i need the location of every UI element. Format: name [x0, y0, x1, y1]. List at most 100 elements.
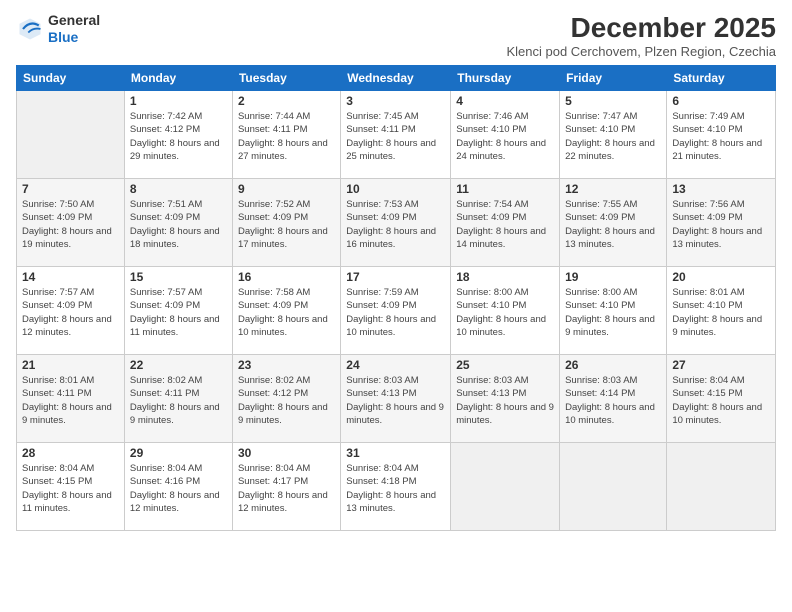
day-info: Sunrise: 7:46 AMSunset: 4:10 PMDaylight:…	[456, 110, 554, 163]
day-number: 11	[456, 182, 554, 196]
day-cell: 15 Sunrise: 7:57 AMSunset: 4:09 PMDayligh…	[124, 267, 232, 355]
day-info: Sunrise: 7:57 AMSunset: 4:09 PMDaylight:…	[130, 286, 227, 339]
day-info: Sunrise: 8:04 AMSunset: 4:17 PMDaylight:…	[238, 462, 335, 515]
day-cell: 8 Sunrise: 7:51 AMSunset: 4:09 PMDaylight…	[124, 179, 232, 267]
header-tuesday: Tuesday	[232, 66, 340, 91]
day-info: Sunrise: 7:50 AMSunset: 4:09 PMDaylight:…	[22, 198, 119, 251]
day-cell: 22Sunrise: 8:02 AMSunset: 4:11 PMDayligh…	[124, 355, 232, 443]
day-cell: 30 Sunrise: 8:04 AMSunset: 4:17 PMDayligh…	[232, 443, 340, 531]
logo-general: General	[48, 12, 100, 29]
calendar: Sunday Monday Tuesday Wednesday Thursday…	[16, 65, 776, 531]
day-number: 13	[672, 182, 770, 196]
day-number: 12	[565, 182, 661, 196]
day-number: 28	[22, 446, 119, 460]
day-cell: 2Sunrise: 7:44 AMSunset: 4:11 PMDaylight…	[232, 91, 340, 179]
day-cell	[17, 91, 125, 179]
day-number: 14	[22, 270, 119, 284]
day-cell: 23Sunrise: 8:02 AMSunset: 4:12 PMDayligh…	[232, 355, 340, 443]
day-info: Sunrise: 8:00 AMSunset: 4:10 PMDaylight:…	[456, 286, 554, 339]
day-cell: 10 Sunrise: 7:53 AMSunset: 4:09 PMDayligh…	[341, 179, 451, 267]
title-block: December 2025 Klenci pod Cerchovem, Plze…	[506, 12, 776, 59]
day-number: 31	[346, 446, 445, 460]
header-saturday: Saturday	[667, 66, 776, 91]
day-info: Sunrise: 7:53 AMSunset: 4:09 PMDaylight:…	[346, 198, 445, 251]
day-cell: 20 Sunrise: 8:01 AMSunset: 4:10 PMDayligh…	[667, 267, 776, 355]
day-number: 1	[130, 94, 227, 108]
day-number: 30	[238, 446, 335, 460]
day-cell: 1 Sunrise: 7:42 AMSunset: 4:12 PMDaylight…	[124, 91, 232, 179]
day-number: 19	[565, 270, 661, 284]
day-cell: 14 Sunrise: 7:57 AMSunset: 4:09 PMDayligh…	[17, 267, 125, 355]
day-info: Sunrise: 8:03 AMSunset: 4:13 PMDaylight:…	[456, 374, 554, 427]
day-info: Sunrise: 8:02 AMSunset: 4:12 PMDaylight:…	[238, 374, 335, 427]
month-title: December 2025	[506, 12, 776, 44]
day-cell: 5 Sunrise: 7:47 AMSunset: 4:10 PMDaylight…	[560, 91, 667, 179]
day-cell: 4Sunrise: 7:46 AMSunset: 4:10 PMDaylight…	[451, 91, 560, 179]
day-info: Sunrise: 8:02 AMSunset: 4:11 PMDaylight:…	[130, 374, 227, 427]
week-row-2: 7 Sunrise: 7:50 AMSunset: 4:09 PMDaylight…	[17, 179, 776, 267]
day-number: 7	[22, 182, 119, 196]
day-info: Sunrise: 8:03 AMSunset: 4:14 PMDaylight:…	[565, 374, 661, 427]
week-row-4: 21 Sunrise: 8:01 AMSunset: 4:11 PMDayligh…	[17, 355, 776, 443]
header-sunday: Sunday	[17, 66, 125, 91]
logo-text: General Blue	[48, 12, 100, 46]
day-cell: 27 Sunrise: 8:04 AMSunset: 4:15 PMDayligh…	[667, 355, 776, 443]
day-cell: 17 Sunrise: 7:59 AMSunset: 4:09 PMDayligh…	[341, 267, 451, 355]
day-number: 8	[130, 182, 227, 196]
day-number: 5	[565, 94, 661, 108]
day-info: Sunrise: 7:47 AMSunset: 4:10 PMDaylight:…	[565, 110, 661, 163]
day-number: 17	[346, 270, 445, 284]
day-info: Sunrise: 7:57 AMSunset: 4:09 PMDaylight:…	[22, 286, 119, 339]
header-friday: Friday	[560, 66, 667, 91]
day-cell: 19 Sunrise: 8:00 AMSunset: 4:10 PMDayligh…	[560, 267, 667, 355]
day-info: Sunrise: 8:00 AMSunset: 4:10 PMDaylight:…	[565, 286, 661, 339]
day-number: 29	[130, 446, 227, 460]
day-info: Sunrise: 7:54 AMSunset: 4:09 PMDaylight:…	[456, 198, 554, 251]
location: Klenci pod Cerchovem, Plzen Region, Czec…	[506, 44, 776, 59]
day-number: 15	[130, 270, 227, 284]
day-cell	[667, 443, 776, 531]
day-number: 27	[672, 358, 770, 372]
day-info: Sunrise: 8:01 AMSunset: 4:10 PMDaylight:…	[672, 286, 770, 339]
day-cell: 24Sunrise: 8:03 AMSunset: 4:13 PMDayligh…	[341, 355, 451, 443]
day-number: 24	[346, 358, 445, 372]
day-number: 6	[672, 94, 770, 108]
header-thursday: Thursday	[451, 66, 560, 91]
day-info: Sunrise: 7:55 AMSunset: 4:09 PMDaylight:…	[565, 198, 661, 251]
day-info: Sunrise: 7:52 AMSunset: 4:09 PMDaylight:…	[238, 198, 335, 251]
day-info: Sunrise: 7:51 AMSunset: 4:09 PMDaylight:…	[130, 198, 227, 251]
day-cell: 25Sunrise: 8:03 AMSunset: 4:13 PMDayligh…	[451, 355, 560, 443]
day-cell	[451, 443, 560, 531]
day-info: Sunrise: 7:44 AMSunset: 4:11 PMDaylight:…	[238, 110, 335, 163]
day-cell: 18 Sunrise: 8:00 AMSunset: 4:10 PMDayligh…	[451, 267, 560, 355]
day-info: Sunrise: 7:42 AMSunset: 4:12 PMDaylight:…	[130, 110, 227, 163]
logo: General Blue	[16, 12, 100, 46]
day-info: Sunrise: 7:45 AMSunset: 4:11 PMDaylight:…	[346, 110, 445, 163]
day-cell: 9 Sunrise: 7:52 AMSunset: 4:09 PMDaylight…	[232, 179, 340, 267]
day-info: Sunrise: 7:56 AMSunset: 4:09 PMDaylight:…	[672, 198, 770, 251]
day-info: Sunrise: 8:04 AMSunset: 4:18 PMDaylight:…	[346, 462, 445, 515]
day-cell: 16Sunrise: 7:58 AMSunset: 4:09 PMDayligh…	[232, 267, 340, 355]
logo-blue: Blue	[48, 29, 100, 46]
day-number: 26	[565, 358, 661, 372]
day-info: Sunrise: 8:04 AMSunset: 4:15 PMDaylight:…	[672, 374, 770, 427]
day-info: Sunrise: 8:04 AMSunset: 4:16 PMDaylight:…	[130, 462, 227, 515]
day-number: 20	[672, 270, 770, 284]
day-number: 18	[456, 270, 554, 284]
day-number: 10	[346, 182, 445, 196]
day-number: 9	[238, 182, 335, 196]
day-cell: 28 Sunrise: 8:04 AMSunset: 4:15 PMDayligh…	[17, 443, 125, 531]
day-info: Sunrise: 8:01 AMSunset: 4:11 PMDaylight:…	[22, 374, 119, 427]
week-row-5: 28 Sunrise: 8:04 AMSunset: 4:15 PMDayligh…	[17, 443, 776, 531]
day-info: Sunrise: 7:49 AMSunset: 4:10 PMDaylight:…	[672, 110, 770, 163]
page: General Blue December 2025 Klenci pod Ce…	[0, 0, 792, 612]
day-cell	[560, 443, 667, 531]
day-number: 21	[22, 358, 119, 372]
day-cell: 3Sunrise: 7:45 AMSunset: 4:11 PMDaylight…	[341, 91, 451, 179]
day-info: Sunrise: 8:04 AMSunset: 4:15 PMDaylight:…	[22, 462, 119, 515]
day-cell: 29 Sunrise: 8:04 AMSunset: 4:16 PMDayligh…	[124, 443, 232, 531]
day-cell: 7 Sunrise: 7:50 AMSunset: 4:09 PMDaylight…	[17, 179, 125, 267]
logo-icon	[16, 15, 44, 43]
day-info: Sunrise: 7:59 AMSunset: 4:09 PMDaylight:…	[346, 286, 445, 339]
week-row-1: 1 Sunrise: 7:42 AMSunset: 4:12 PMDaylight…	[17, 91, 776, 179]
